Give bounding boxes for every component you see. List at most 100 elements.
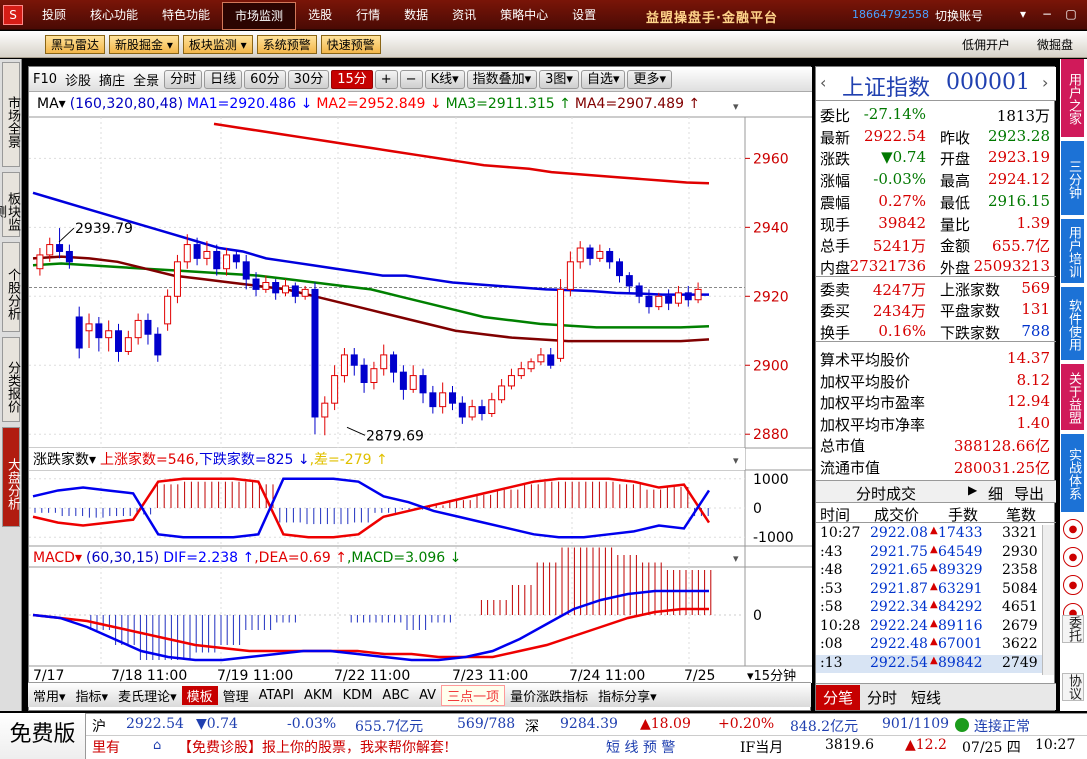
indicator-tab[interactable]: ABC <box>377 688 414 703</box>
tick-row[interactable]: :48 2921.65 ▲ 89329 2358 <box>816 562 1042 580</box>
open-account-button[interactable]: 低佣开户 <box>962 36 1010 53</box>
indicator-tab[interactable]: 指标▾ <box>71 686 114 705</box>
chart-panel: F10 诊股 摘庄 全景 分时 日线 60分 30分 15分 + − K线▾ 指数叠加▾ 3图▾ 自选▾ 更多… <box>28 66 812 711</box>
function-button[interactable]: 黑马雷达 <box>45 35 106 54</box>
indicator-tab[interactable]: 三点一项 <box>441 684 506 706</box>
left-tab[interactable]: 个股分析 <box>2 242 20 332</box>
left-tab[interactable]: 大盘分析 <box>2 427 20 527</box>
menu-item[interactable]: 设置 <box>560 0 608 30</box>
tick-row[interactable]: :53 2921.87 ▲ 63291 5084 <box>816 581 1042 599</box>
chart-menu-more[interactable]: 更多▾ <box>627 69 673 89</box>
period-tab[interactable]: 日线 <box>204 69 243 89</box>
candle-body <box>606 250 614 263</box>
macd-value: ,MACD=3.096 ↓ <box>347 550 461 566</box>
chart-menu-custom[interactable]: 自选▾ <box>580 69 626 89</box>
chart-tool[interactable]: 全景 <box>129 70 163 89</box>
switch-account-link[interactable]: 切换账号 <box>935 7 983 24</box>
menu-item[interactable]: 投顾 <box>30 0 78 30</box>
indicator-tab[interactable]: AV <box>414 688 441 703</box>
indicator-tab[interactable]: KDM <box>338 688 378 703</box>
function-button[interactable]: 系统预警 <box>256 35 317 54</box>
right-tab[interactable]: 三分钟 <box>1061 141 1084 215</box>
quote-bottom-tab[interactable]: 短线 <box>904 685 948 710</box>
stat-label: 加权平均市盈率 <box>820 394 926 412</box>
candle-body <box>36 254 44 270</box>
weixin-button[interactable]: 微掘盘 <box>1037 36 1073 53</box>
quote-bottom-tab[interactable]: 分时 <box>860 685 904 710</box>
news-ticker[interactable]: 【免费诊股】报上你的股票，我来帮你解套! <box>178 737 450 757</box>
tick-scrollbar[interactable] <box>1042 525 1054 675</box>
chart-tool[interactable]: 摘庄 <box>95 70 129 89</box>
right-tab[interactable]: 用户培训 <box>1061 219 1084 283</box>
play-icon[interactable]: ▶ <box>968 483 977 497</box>
dropdown-icon[interactable]: ▾ <box>1013 4 1033 24</box>
menu-item[interactable]: 市场监测 <box>222 2 297 30</box>
period-tab[interactable]: 60分 <box>244 69 286 89</box>
left-tab[interactable]: 市场全景 <box>2 62 20 167</box>
chart-menu-overlay[interactable]: 指数叠加▾ <box>466 69 538 89</box>
right-tab[interactable]: 用户之家 <box>1061 59 1084 137</box>
zoom-in-button[interactable]: + <box>374 69 398 89</box>
next-arrow-icon[interactable]: › <box>1042 73 1048 92</box>
tick-row[interactable]: :13 2922.54 ▲ 89842 2749 <box>816 654 1042 673</box>
indicator-tab[interactable]: ATAPI <box>254 688 299 703</box>
indicator-tab[interactable]: 量价涨跌指标 <box>505 686 593 705</box>
indicator-tab[interactable]: 模板 <box>181 685 218 705</box>
free-version-badge[interactable]: 免费版 <box>0 713 86 759</box>
right-tab[interactable]: 软件使用 <box>1061 287 1084 360</box>
menu-item[interactable]: 特色功能 <box>150 0 222 30</box>
left-tab[interactable]: 板块监测 <box>0 172 20 237</box>
short-warning[interactable]: 短 线 预 警 <box>606 737 675 757</box>
menu-item[interactable]: 行情 <box>344 0 392 30</box>
tick-volume: 67001 <box>938 636 983 652</box>
function-button[interactable]: 新股掘金 ▾ <box>109 35 179 54</box>
left-tab[interactable]: 分类报价 <box>2 337 20 422</box>
home-icon[interactable]: ⌂ <box>153 738 161 753</box>
phone-number[interactable]: 18664792558 <box>852 8 929 21</box>
tick-row[interactable]: 10:27 2922.08 ▲ 17433 3321 <box>816 525 1042 543</box>
function-button[interactable]: 快速预警 <box>320 35 381 54</box>
function-button[interactable]: 板块监测 ▾ <box>182 35 253 54</box>
qq-icon[interactable]: ● <box>1063 519 1083 539</box>
menu-item[interactable]: 数据 <box>392 0 440 30</box>
right-tab[interactable]: 关于益盟 <box>1061 364 1084 430</box>
menu-item[interactable]: 资讯 <box>440 0 488 30</box>
chart-menu-figs[interactable]: 3图▾ <box>539 69 579 89</box>
tick-row[interactable]: :43 2921.75 ▲ 64549 2930 <box>816 544 1042 562</box>
tick-tab-detail[interactable]: 细 <box>988 483 1003 504</box>
quote-bottom-tab[interactable]: 分笔 <box>816 684 861 710</box>
tick-title[interactable]: 分时成交 <box>856 483 916 504</box>
tick-row[interactable]: :58 2922.34 ▲ 84292 4651 <box>816 599 1042 617</box>
indicator-tab[interactable]: AKM <box>299 688 338 703</box>
menu-item[interactable]: 核心功能 <box>78 0 150 30</box>
ind2-name: 涨跌家数▾ <box>33 451 96 468</box>
tick-row[interactable]: :08 2922.48 ▲ 67001 3622 <box>816 636 1042 654</box>
prev-arrow-icon[interactable]: ‹ <box>820 73 826 92</box>
weibo-icon[interactable]: ● <box>1063 547 1083 567</box>
period-tab[interactable]: 分时 <box>164 69 203 89</box>
menu-item[interactable]: 策略中心 <box>488 0 560 30</box>
kline-chart[interactable]: MA▾ (160,320,80,48) MA1=2920.486 ↓ MA2=2952… <box>29 92 812 683</box>
chart-tool[interactable]: 诊股 <box>61 70 95 89</box>
maximize-icon[interactable]: ▢ <box>1061 4 1081 24</box>
indicator-tab[interactable]: 管理 <box>218 686 254 705</box>
minimize-icon[interactable]: − <box>1037 4 1057 24</box>
period-tab[interactable]: 15分 <box>331 69 373 89</box>
tick-tab-export[interactable]: 导出 <box>1014 483 1044 504</box>
x-tick-label: 7/19 11:00 <box>217 668 293 683</box>
right-tab[interactable]: 实战体系 <box>1061 434 1084 512</box>
indicator-tab[interactable]: 麦氏理论▾ <box>113 686 182 705</box>
right-action[interactable]: 协议 <box>1062 673 1084 701</box>
indicator-tab[interactable]: 指标分享▾ <box>593 686 662 705</box>
right-action[interactable]: 委托 <box>1062 615 1084 643</box>
period-tab[interactable]: 30分 <box>287 69 330 89</box>
quote-value: 2916.15 <box>987 191 1050 210</box>
indicator-tab[interactable]: 常用▾ <box>28 686 71 705</box>
chart-tool[interactable]: F10 <box>29 72 61 87</box>
chart-menu-kline[interactable]: K线▾ <box>424 69 465 89</box>
chat-icon[interactable]: ● <box>1063 575 1083 595</box>
zoom-out-button[interactable]: − <box>399 69 423 89</box>
candle-body <box>694 288 702 301</box>
menu-item[interactable]: 选股 <box>296 0 344 30</box>
tick-row[interactable]: 10:28 2922.24 ▲ 89116 2679 <box>816 618 1042 636</box>
